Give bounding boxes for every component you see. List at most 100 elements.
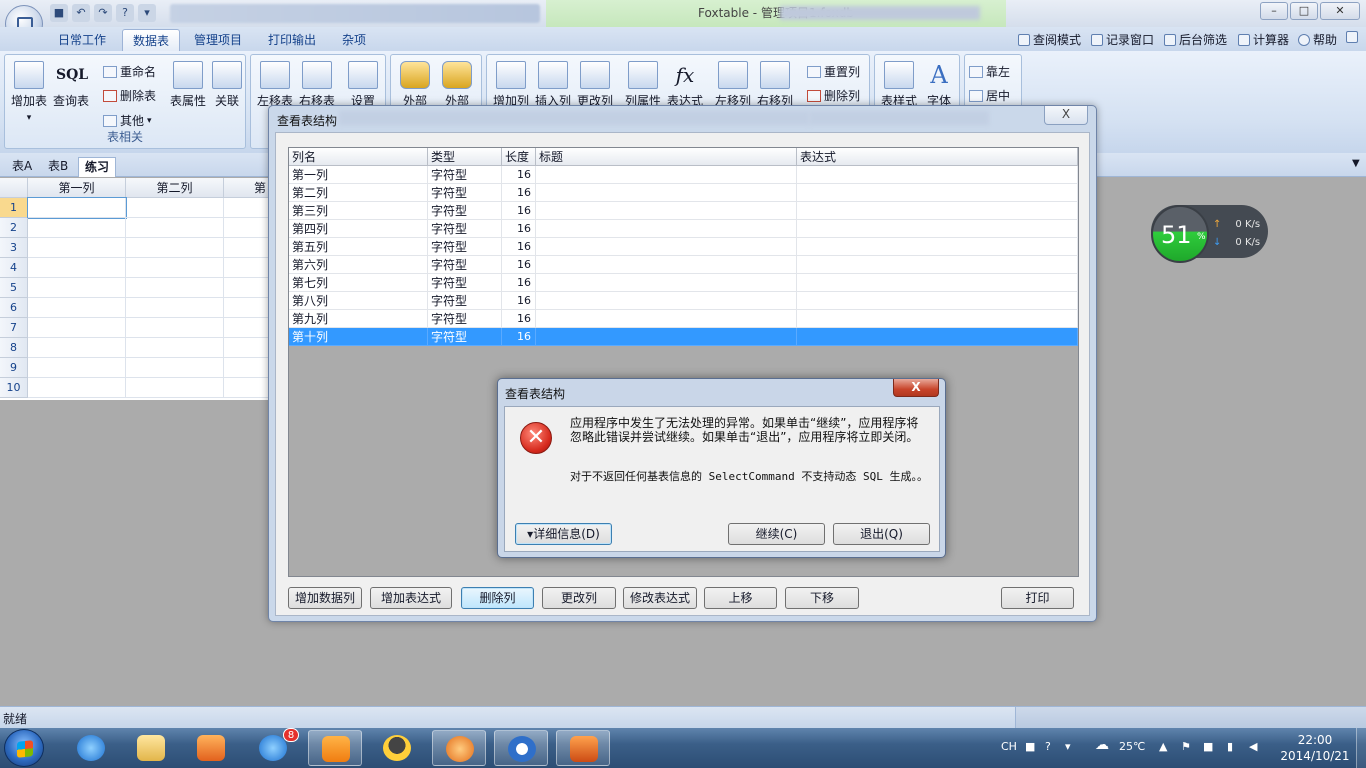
tab-data-table[interactable]: 数据表: [122, 29, 181, 51]
tab-manage-project[interactable]: 管理项目: [184, 29, 252, 51]
grid-column-header[interactable]: 第二列: [126, 178, 224, 198]
table-cell[interactable]: 字符型: [428, 328, 502, 346]
calculator-link[interactable]: 计算器: [1238, 31, 1289, 48]
structure-dialog-close-button[interactable]: X: [1044, 106, 1088, 125]
tab-daily-work[interactable]: 日常工作: [48, 29, 116, 51]
safety-icon[interactable]: ■: [1203, 740, 1213, 753]
grid-cell[interactable]: [224, 298, 270, 318]
table-cell[interactable]: [797, 310, 1078, 328]
grid-row-number[interactable]: 9: [0, 358, 28, 378]
external-button-1[interactable]: 外部: [395, 61, 435, 109]
undo-icon[interactable]: ↶: [72, 4, 90, 22]
table-cell[interactable]: 第八列: [289, 292, 428, 310]
tab-misc[interactable]: 杂项: [332, 29, 376, 51]
grid-row-number[interactable]: 1: [0, 198, 28, 218]
grid-cell[interactable]: [28, 298, 126, 318]
move-column-right-button[interactable]: 右移列: [755, 61, 795, 109]
font-button[interactable]: A 字体: [919, 61, 959, 109]
grid-cell[interactable]: [28, 358, 126, 378]
taskbar-search[interactable]: [494, 730, 548, 766]
add-expression-button[interactable]: 增加表达式: [370, 587, 452, 609]
insert-column-button[interactable]: 插入列: [533, 61, 573, 109]
table-cell[interactable]: 字符型: [428, 166, 502, 184]
grid-column-header[interactable]: 第: [224, 178, 270, 198]
tab-print-output[interactable]: 打印输出: [258, 29, 326, 51]
grid-cell[interactable]: [28, 318, 126, 338]
other-button[interactable]: 其他 ▾: [103, 112, 152, 129]
grid-row-number[interactable]: 3: [0, 238, 28, 258]
background-filter-link[interactable]: 后台筛选: [1164, 31, 1227, 48]
table-cell[interactable]: 16: [502, 220, 536, 238]
flag-icon[interactable]: ⚑: [1181, 740, 1191, 753]
add-column-button[interactable]: 增加列: [491, 61, 531, 109]
weather-icon[interactable]: ☁: [1095, 737, 1109, 753]
tray-app-icon[interactable]: ■: [1025, 740, 1035, 753]
grid-cell[interactable]: [126, 218, 224, 238]
table-cell[interactable]: [797, 184, 1078, 202]
grid-row-number[interactable]: 10: [0, 378, 28, 398]
tray-help-icon[interactable]: ?: [1045, 740, 1051, 753]
table-row[interactable]: 第八列 字符型 16: [289, 292, 1078, 310]
grid-cell[interactable]: [28, 258, 126, 278]
print-button[interactable]: 打印: [1001, 587, 1074, 609]
move-down-button[interactable]: 下移: [785, 587, 859, 609]
sheet-tab-b[interactable]: 表B: [42, 157, 74, 177]
tray-menu-icon[interactable]: ▾: [1065, 740, 1071, 753]
table-cell[interactable]: 字符型: [428, 220, 502, 238]
record-window-link[interactable]: 记录窗口: [1091, 31, 1154, 48]
table-props-button[interactable]: 表属性: [168, 61, 208, 109]
query-table-button[interactable]: SQL 查询表: [51, 61, 91, 109]
taskbar-ie[interactable]: [64, 730, 118, 766]
volume-icon[interactable]: ◀: [1249, 740, 1257, 753]
align-left-button[interactable]: 靠左: [969, 63, 1010, 80]
lookup-mode-link[interactable]: 查阅模式: [1018, 31, 1081, 48]
table-row[interactable]: 第十列 字符型 16: [289, 328, 1078, 346]
col-header-expression[interactable]: 表达式: [797, 148, 1078, 166]
settings-button[interactable]: 设置: [343, 61, 383, 109]
table-cell[interactable]: 第四列: [289, 220, 428, 238]
delete-column-button[interactable]: 删除列: [807, 87, 860, 104]
table-cell[interactable]: [536, 238, 797, 256]
table-cell[interactable]: 第六列: [289, 256, 428, 274]
save-icon[interactable]: ■: [50, 4, 68, 22]
grid-cell[interactable]: [224, 378, 270, 398]
table-row[interactable]: 第四列 字符型 16: [289, 220, 1078, 238]
close-window-button[interactable]: ✕: [1320, 2, 1360, 20]
table-cell[interactable]: [797, 238, 1078, 256]
delete-column-dialog-button[interactable]: 删除列: [461, 587, 534, 609]
details-button[interactable]: ▾详细信息(D): [515, 523, 612, 545]
grid-row-number[interactable]: 2: [0, 218, 28, 238]
table-cell[interactable]: 第七列: [289, 274, 428, 292]
maximize-button[interactable]: □: [1290, 2, 1318, 20]
redo-icon[interactable]: ↷: [94, 4, 112, 22]
error-dialog-close-button[interactable]: X: [893, 379, 939, 397]
change-column-button[interactable]: 更改列: [542, 587, 616, 609]
taskbar-explorer[interactable]: [124, 730, 178, 766]
reset-column-button[interactable]: 重置列: [807, 63, 860, 80]
expression-button[interactable]: fx 表达式: [665, 61, 705, 109]
show-desktop-button[interactable]: [1356, 728, 1366, 768]
external-button-2[interactable]: 外部: [437, 61, 477, 109]
help-link[interactable]: 帮助: [1298, 31, 1337, 48]
table-cell[interactable]: [536, 292, 797, 310]
grid-column-header[interactable]: 第一列: [28, 178, 126, 198]
move-column-left-button[interactable]: 左移列: [713, 61, 753, 109]
table-cell[interactable]: 16: [502, 238, 536, 256]
sheet-tab-a[interactable]: 表A: [6, 157, 38, 177]
grid-cell[interactable]: [224, 198, 270, 218]
table-cell[interactable]: [536, 310, 797, 328]
grid-cell[interactable]: [28, 378, 126, 398]
table-row[interactable]: 第六列 字符型 16: [289, 256, 1078, 274]
grid-cell[interactable]: [224, 238, 270, 258]
table-cell[interactable]: [797, 220, 1078, 238]
sheet-menu-icon[interactable]: ▼: [1352, 158, 1360, 169]
table-cell[interactable]: 字符型: [428, 274, 502, 292]
table-cell[interactable]: [797, 328, 1078, 346]
col-header-caption[interactable]: 标题: [536, 148, 797, 166]
table-cell[interactable]: 第三列: [289, 202, 428, 220]
table-cell[interactable]: 第一列: [289, 166, 428, 184]
grid-cell[interactable]: [126, 358, 224, 378]
grid-row-number[interactable]: 8: [0, 338, 28, 358]
table-row[interactable]: 第九列 字符型 16: [289, 310, 1078, 328]
grid-cell[interactable]: [126, 318, 224, 338]
